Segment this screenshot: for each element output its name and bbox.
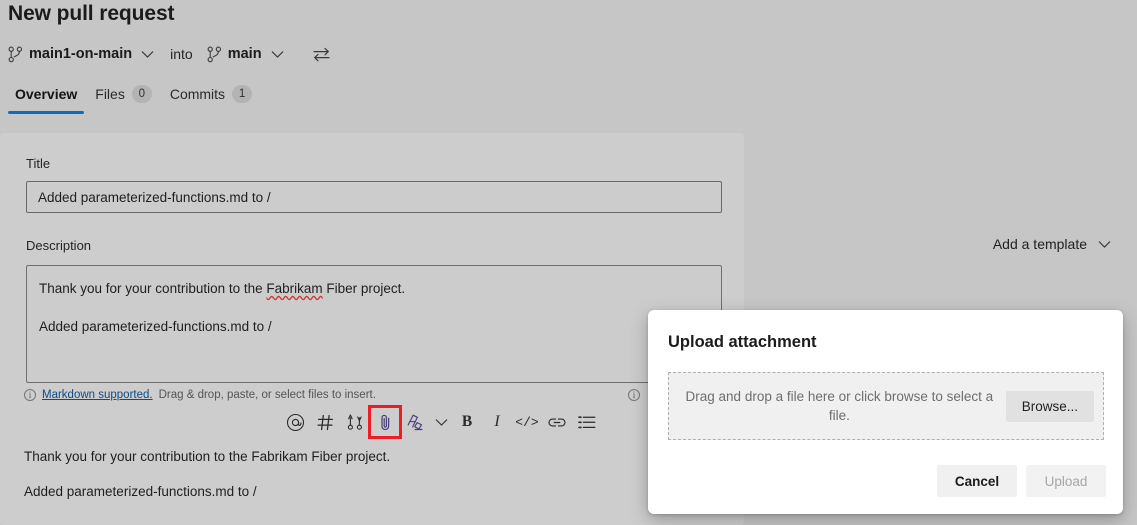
description-paragraph-2: Added parameterized-functions.md to /: [39, 317, 709, 336]
preview-line-1: Thank you for your contribution to the F…: [24, 447, 634, 466]
branch-icon: [207, 46, 222, 63]
markdown-hint-row: i Markdown supported. Drag & drop, paste…: [24, 389, 376, 401]
target-branch-name: main: [228, 46, 262, 62]
work-item-hash-icon[interactable]: [310, 408, 340, 436]
tab-commits-label: Commits: [170, 86, 225, 102]
description-misspelled-word: Fabrikam: [266, 281, 322, 296]
info-icon: i: [24, 389, 36, 401]
file-dropzone[interactable]: Drag and drop a file here or click brows…: [668, 372, 1104, 440]
mention-icon[interactable]: [280, 408, 310, 436]
tab-commits[interactable]: Commits 1: [161, 82, 261, 115]
into-label: into: [170, 46, 193, 62]
tab-files-label: Files: [95, 86, 125, 102]
dropzone-instructions: Drag and drop a file here or click brows…: [669, 387, 1006, 425]
tab-overview[interactable]: Overview: [6, 83, 86, 114]
pull-request-icon[interactable]: [340, 408, 370, 436]
tab-files-count: 0: [132, 85, 152, 103]
attach-file-icon[interactable]: [370, 407, 400, 437]
description-preview: Thank you for your contribution to the F…: [24, 447, 634, 517]
description-paragraph-1: Thank you for your contribution to the F…: [39, 279, 709, 298]
secondary-hint-row: i: [628, 389, 646, 401]
chevron-down-icon: [271, 50, 284, 59]
source-branch-name: main1-on-main: [29, 46, 132, 62]
markdown-editor-toolbar: B I </>: [280, 407, 602, 437]
markdown-hint-text: Drag & drop, paste, or select files to i…: [159, 389, 376, 401]
title-field-label: Title: [26, 156, 50, 171]
chevron-down-icon: [141, 50, 154, 59]
branch-icon: [8, 46, 23, 63]
dialog-actions: Cancel Upload: [937, 465, 1106, 497]
description-line1-pre: Thank you for your contribution to the: [39, 281, 266, 296]
chevron-down-icon[interactable]: [430, 408, 452, 436]
bold-icon[interactable]: B: [452, 408, 482, 436]
source-branch-selector[interactable]: main1-on-main: [6, 45, 156, 64]
code-icon[interactable]: </>: [512, 408, 542, 436]
dialog-title: Upload attachment: [668, 333, 817, 352]
description-field-label: Description: [26, 238, 91, 253]
tab-files[interactable]: Files 0: [86, 82, 161, 115]
pull-request-tabs: Overview Files 0 Commits 1: [6, 82, 261, 115]
preview-line-2: Added parameterized-functions.md to /: [24, 482, 634, 501]
title-input[interactable]: [26, 181, 722, 213]
browse-button[interactable]: Browse...: [1006, 391, 1094, 422]
swap-branches-icon[interactable]: [310, 45, 333, 64]
tab-commits-count: 1: [232, 85, 252, 103]
description-line1-post: Fiber project.: [323, 281, 406, 296]
chevron-down-icon: [1098, 240, 1111, 249]
add-template-label: Add a template: [993, 236, 1087, 252]
cancel-button[interactable]: Cancel: [937, 465, 1017, 497]
info-icon: i: [628, 389, 640, 401]
highlight-pen-icon[interactable]: [400, 408, 430, 436]
target-branch-selector[interactable]: main: [205, 45, 286, 64]
add-template-button[interactable]: Add a template: [989, 234, 1115, 254]
branch-selector-bar: main1-on-main into main: [6, 42, 333, 66]
markdown-supported-link[interactable]: Markdown supported.: [42, 389, 153, 401]
bulleted-list-icon[interactable]: [572, 408, 602, 436]
upload-button[interactable]: Upload: [1026, 465, 1106, 497]
page-title: New pull request: [8, 2, 174, 26]
tab-overview-label: Overview: [15, 86, 77, 102]
upload-attachment-dialog: Upload attachment Drag and drop a file h…: [648, 310, 1123, 514]
description-textarea[interactable]: Thank you for your contribution to the F…: [26, 265, 722, 383]
link-icon[interactable]: [542, 408, 572, 436]
italic-icon[interactable]: I: [482, 408, 512, 436]
